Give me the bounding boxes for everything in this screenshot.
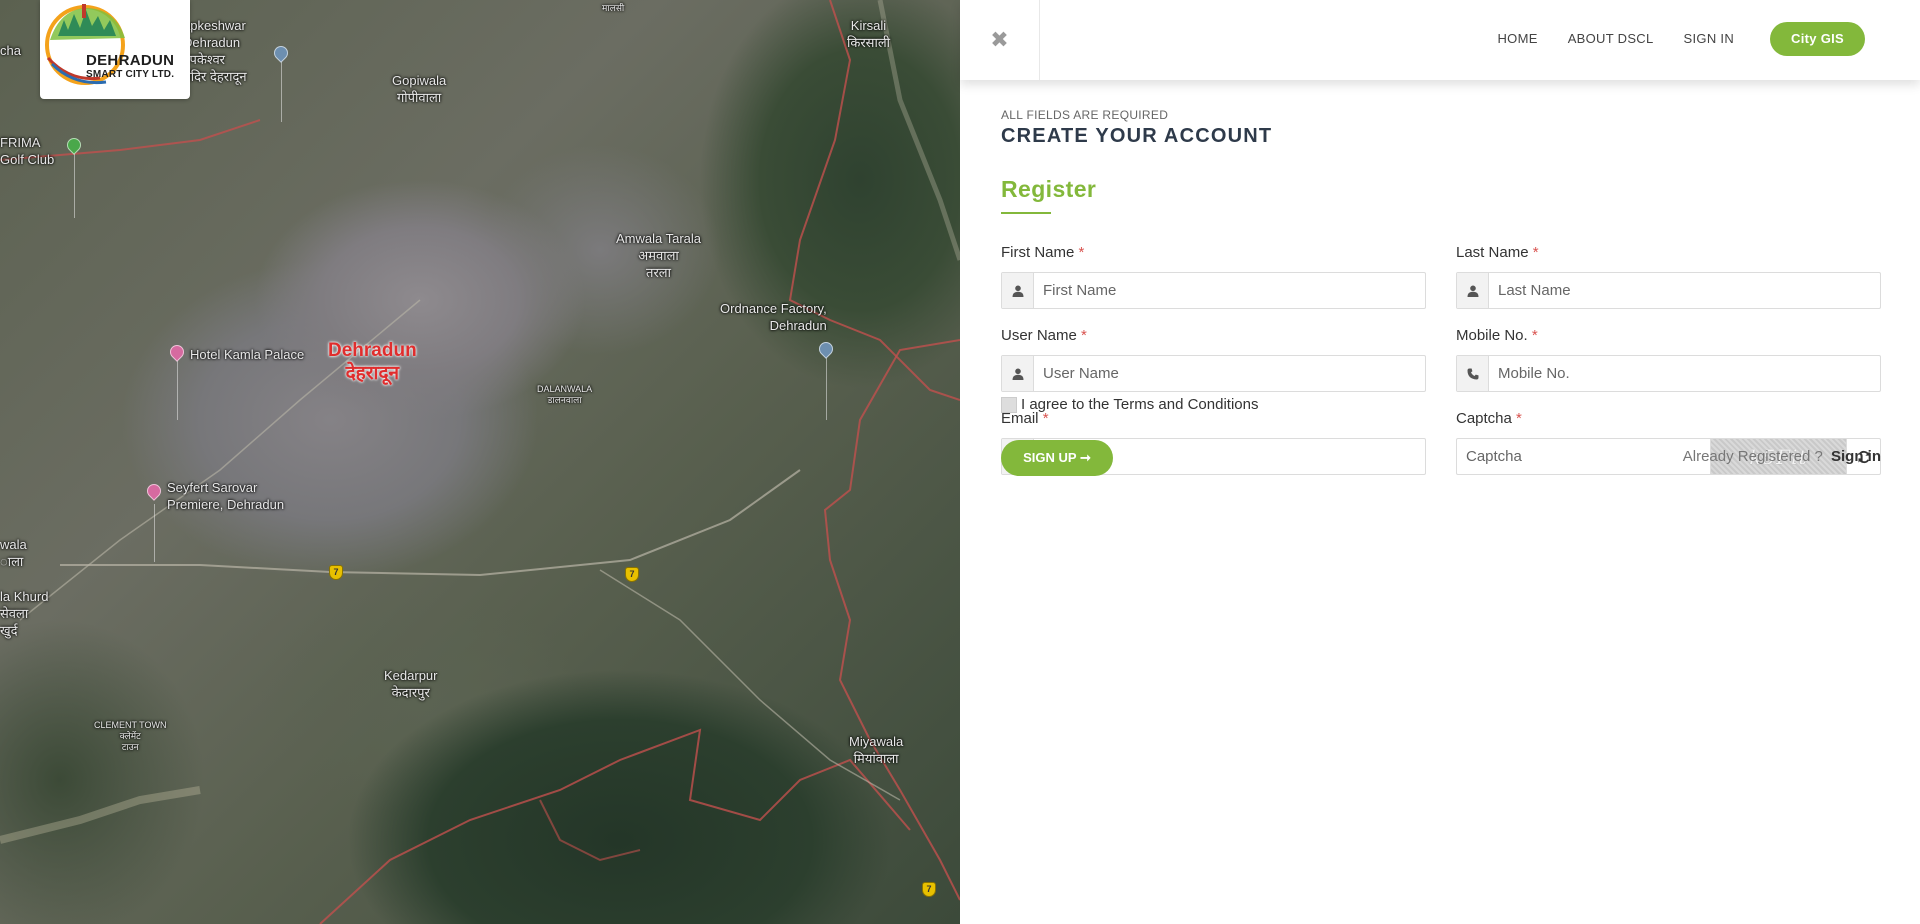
terms-checkbox[interactable]	[1001, 396, 1017, 413]
map-label-kirsali: Kirsali किरसाली	[847, 18, 891, 50]
map-label-miyawala: Miyawala मियांवाला	[849, 734, 904, 766]
pin-stem	[154, 504, 155, 562]
pin-stem	[281, 58, 282, 122]
sign-in-link[interactable]: Sign in	[1831, 448, 1881, 465]
map-label-seyfert: Seyfert Sarovar Premiere, Dehradun	[167, 480, 285, 512]
pin-stem	[177, 358, 178, 420]
map-overlay	[0, 0, 960, 924]
map-label-ordnance: Ordnance Factory, Dehradun	[720, 301, 827, 333]
map-label-awala: wala ाला	[0, 537, 27, 569]
already-registered: Already Registered ? Sign in	[1683, 448, 1881, 465]
registration-panel: ✖ HOME ABOUT DSCL SIGN IN City GIS ALL F…	[960, 0, 1920, 924]
form-footer: I agree to the Terms and Conditions SIGN…	[1001, 0, 1881, 924]
sign-up-button[interactable]: SIGN UP ➞	[1001, 440, 1113, 476]
highway-shield-icon: 7	[922, 882, 936, 897]
map-label-kedarpur: Kedarpur केदारपुर	[384, 668, 438, 700]
map-label-khurd: la Khurd सेवला खुर्द	[0, 589, 49, 638]
map-label-clement: CLEMENT TOWN क्लेमेंट टाउन	[94, 720, 167, 752]
map-label-gopiwala: Gopiwala गोपीवाला	[392, 73, 447, 105]
map-label-top: मालसी	[602, 3, 625, 13]
pin-stem	[74, 150, 75, 218]
satellite-map[interactable]: apkeshwar Dehradun टपकेश्वर मंदिर देहराद…	[0, 0, 960, 924]
map-label-cha: cha	[0, 43, 21, 58]
highway-shield-icon: 7	[329, 565, 343, 580]
highway-shield-icon: 7	[625, 567, 639, 582]
map-label-tapkeshwar: apkeshwar Dehradun टपकेश्वर मंदिर देहराद…	[183, 18, 247, 84]
map-label-dalanwala: DALANWALA डालनवाला	[537, 384, 593, 405]
map-label-city: Dehradun देहरादून	[328, 340, 417, 384]
terms-row: I agree to the Terms and Conditions	[1001, 396, 1258, 413]
pin-stem	[826, 358, 827, 420]
logo-title: DEHRADUN	[86, 52, 175, 69]
already-registered-text: Already Registered ?	[1682, 448, 1823, 465]
map-label-frima: FRIMA Golf Club	[0, 135, 55, 167]
map-label-hotel: Hotel Kamla Palace	[190, 347, 305, 362]
terms-prefix: I agree to the	[1021, 396, 1110, 413]
terms-link[interactable]: Terms and Conditions	[1113, 396, 1258, 413]
logo-subtitle: SMART CITY LTD.	[86, 69, 175, 80]
map-label-amwala: Amwala Tarala अमवाला तरला	[616, 231, 702, 280]
dscl-logo[interactable]: DEHRADUN SMART CITY LTD.	[40, 0, 190, 99]
